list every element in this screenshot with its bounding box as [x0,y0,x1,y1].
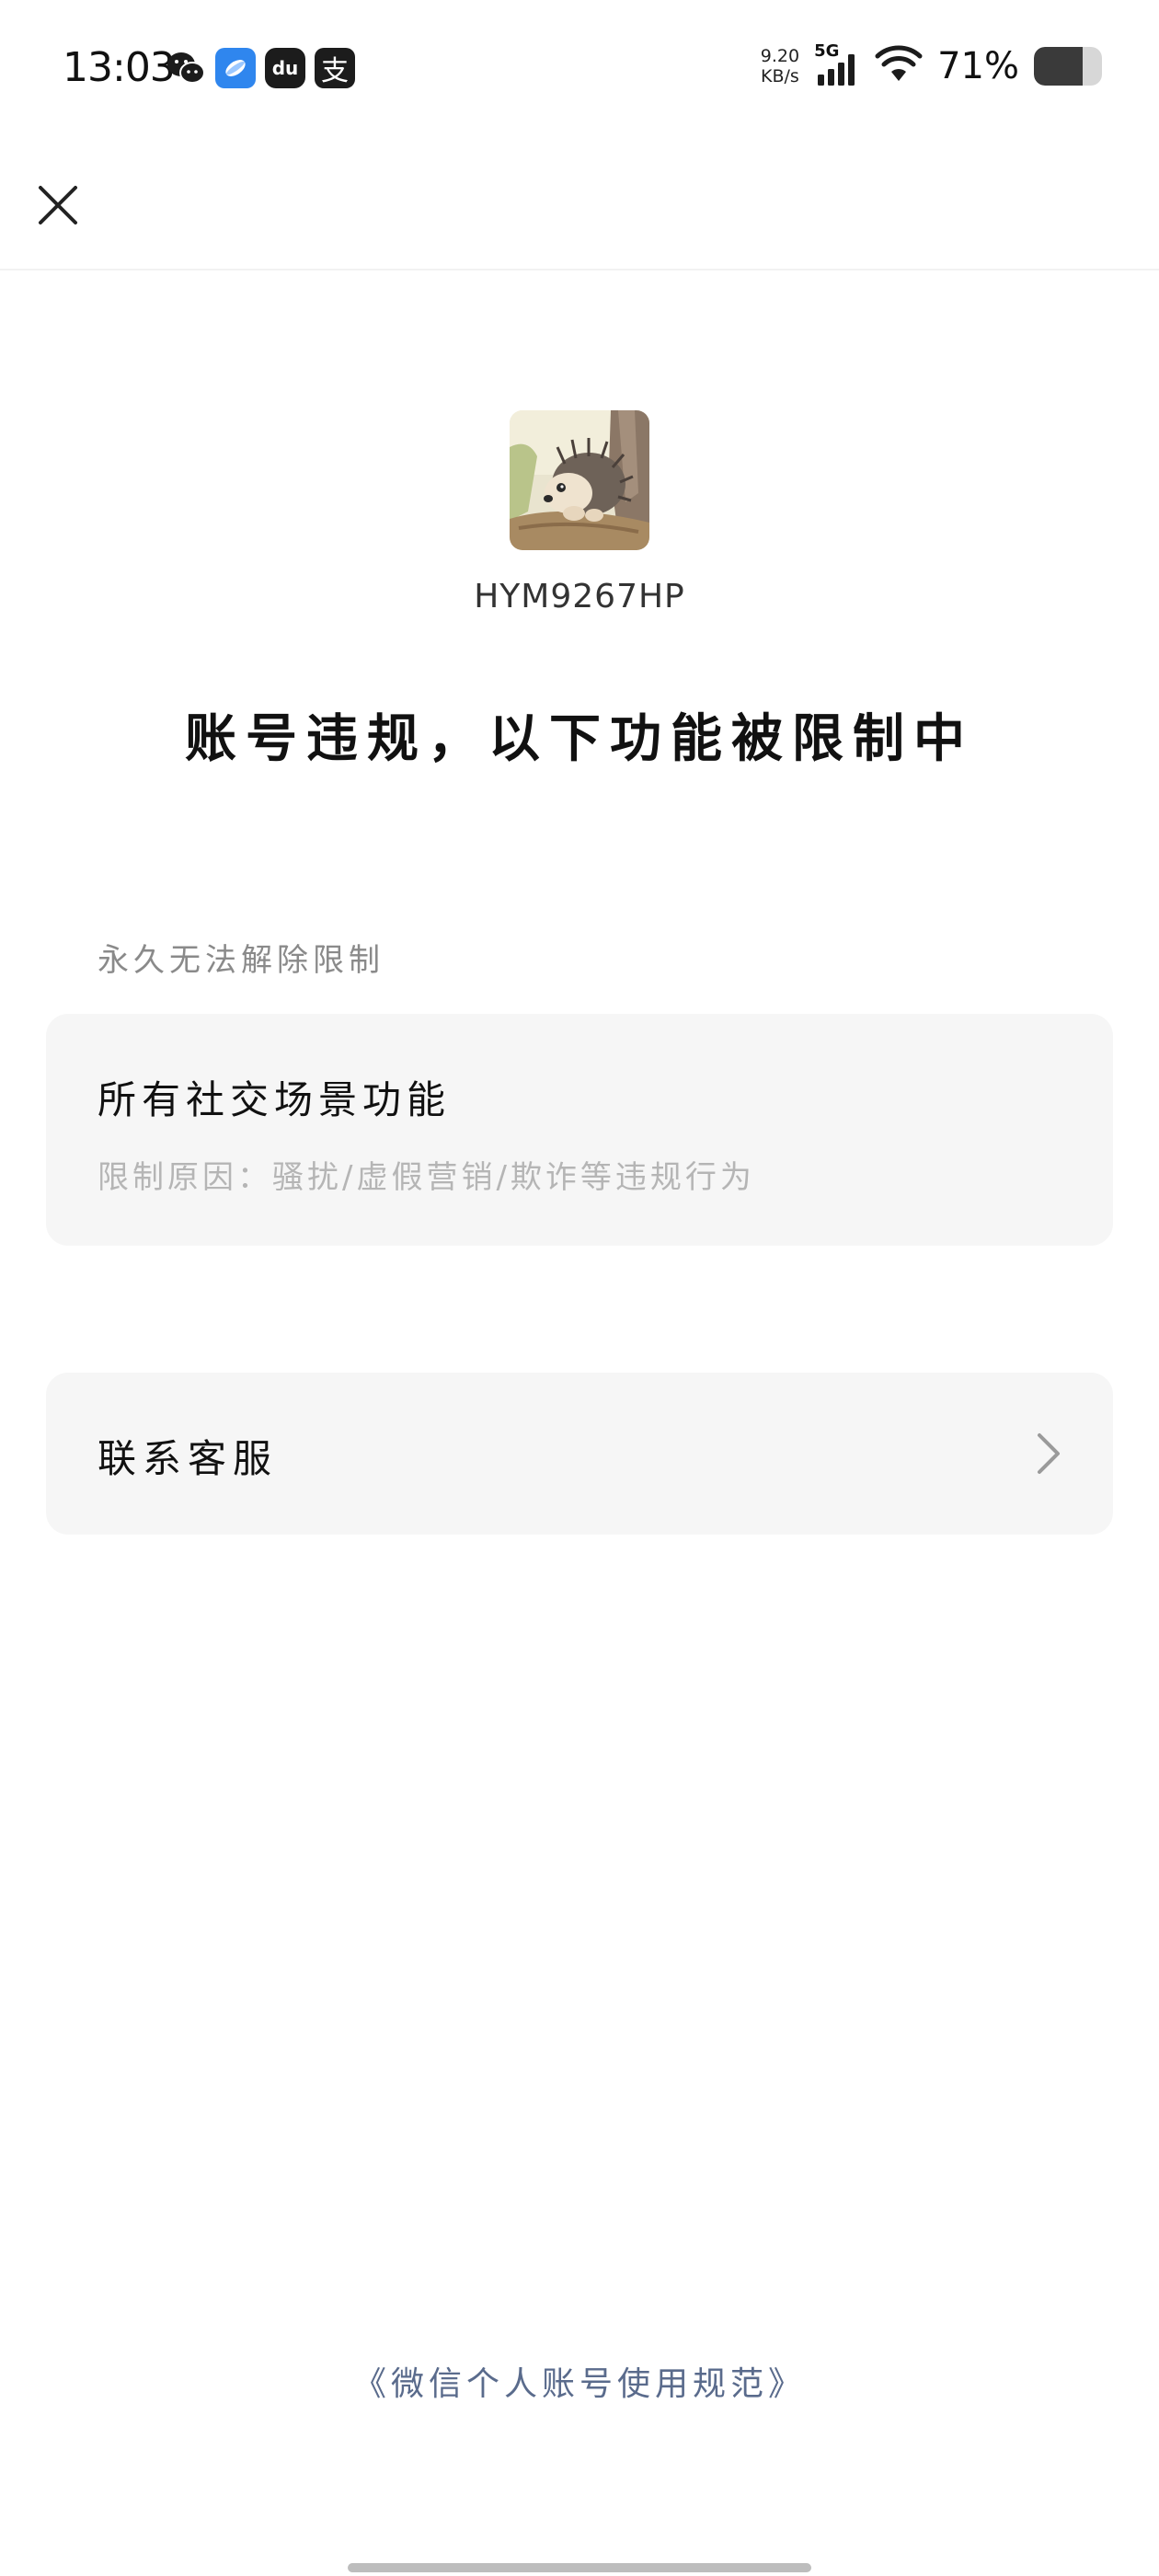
status-indicators: 9.20 KB/s 5G 71% [760,41,1102,88]
battery-icon [1034,47,1102,86]
signal-icon: 5G [814,41,860,87]
alipay-icon: 支 [315,48,355,88]
avatar [510,410,649,550]
restriction-section-label: 永久无法解除限制 [98,942,384,979]
top-bar [0,138,1159,270]
usage-policy-link[interactable]: 《微信个人账号使用规范》 [0,2357,1159,2405]
net-speed: 9.20 KB/s [760,46,800,86]
username: HYM9267HP [474,578,685,615]
chevron-right-icon [1038,1433,1060,1474]
wechat-icon [166,48,206,88]
wifi-icon [875,44,923,88]
home-indicator[interactable] [348,2563,811,2572]
battery-percent: 71% [937,45,1019,87]
status-time: 13:03 [63,44,176,91]
restriction-card: 所有社交场景功能 限制原因：骚扰/虚假营销/欺诈等违规行为 [46,1014,1113,1246]
contact-support-label: 联系客服 [98,1436,279,1481]
restriction-page: 13:03 du 支 9.20 KB/s 5G 71% HYM9267HP 账号… [0,0,1159,2576]
battery-level [1034,47,1083,86]
restriction-reason: 限制原因：骚扰/虚假营销/欺诈等违规行为 [98,1159,755,1196]
close-button[interactable] [28,175,88,236]
notification-icons: du 支 [166,48,355,88]
restriction-item-title: 所有社交场景功能 [98,1077,452,1122]
page-title: 账号违规，以下功能被限制中 [185,709,974,769]
contact-support-button[interactable]: 联系客服 [46,1373,1113,1535]
du-app-icon: du [265,48,305,88]
blue-app-icon [215,48,256,88]
status-bar: 13:03 du 支 9.20 KB/s 5G 71% [0,0,1159,138]
close-icon [39,186,77,224]
